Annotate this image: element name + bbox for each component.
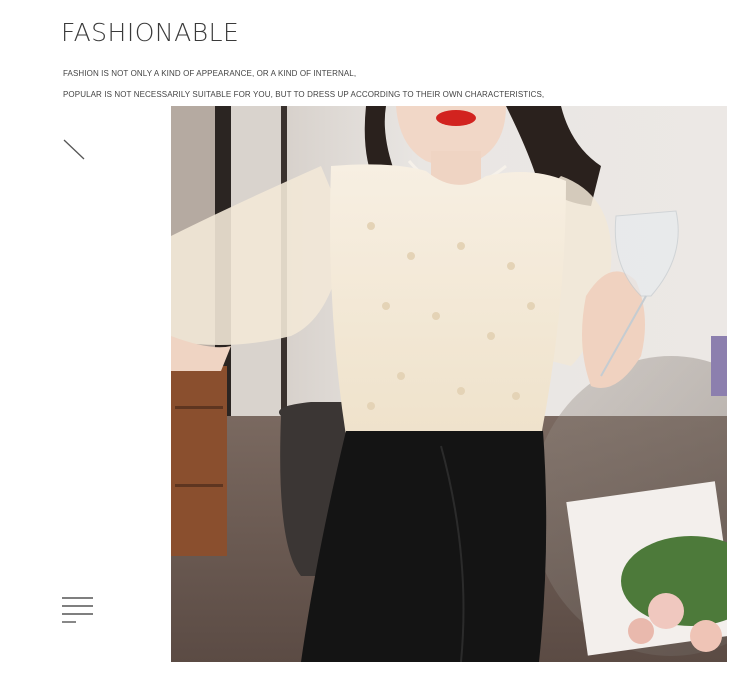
menu-lines-icon	[62, 597, 93, 623]
tagline-line-1: FASHION IS NOT ONLY A KIND OF APPEARANCE…	[63, 69, 357, 78]
woman-in-lace-blouse-photo	[171, 106, 727, 662]
page-title: FASHIONABLE	[61, 18, 240, 47]
tagline-line-2: POPULAR IS NOT NECESSARILY SUITABLE FOR …	[63, 90, 545, 99]
slash-line-icon	[63, 139, 85, 160]
